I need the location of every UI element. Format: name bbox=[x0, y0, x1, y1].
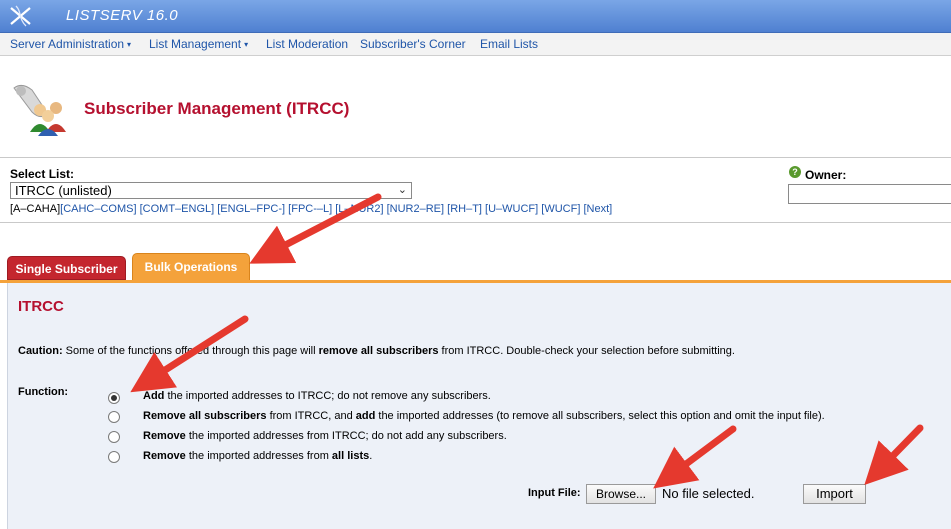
option-bold: add bbox=[355, 410, 376, 422]
subscribers-scroll-icon bbox=[13, 84, 66, 136]
range-link[interactable]: [U–WUCF] bbox=[485, 203, 538, 215]
option-bold: Remove all subscribers bbox=[143, 410, 267, 422]
title-bar: LISTSERV 16.0 bbox=[0, 0, 951, 33]
browse-button[interactable]: Browse... bbox=[586, 484, 656, 504]
range-next-link[interactable]: [Next] bbox=[583, 203, 612, 215]
chevron-down-icon: ▾ bbox=[244, 40, 249, 49]
range-link[interactable]: [ENGL–FPC-] bbox=[217, 203, 285, 215]
range-link[interactable]: [WUCF] bbox=[541, 203, 580, 215]
nav-server-administration[interactable]: Server Administration ▾ bbox=[10, 37, 131, 51]
nav-email-lists[interactable]: Email Lists bbox=[480, 37, 538, 51]
select-list-value: ITRCC (unlisted) bbox=[15, 183, 112, 198]
option-remove-all-lists-label: Remove the imported addresses from all l… bbox=[143, 450, 372, 462]
option-bold: Remove bbox=[143, 450, 186, 462]
nav-list-management[interactable]: List Management ▾ bbox=[149, 37, 248, 51]
tab-single-subscriber[interactable]: Single Subscriber bbox=[7, 256, 126, 280]
option-text: the imported addresses from ITRCC; do no… bbox=[185, 430, 507, 442]
owner-input[interactable] bbox=[788, 184, 951, 204]
import-button[interactable]: Import bbox=[803, 484, 866, 504]
option-text: from ITRCC, and bbox=[266, 410, 356, 422]
range-link[interactable]: [FPC-–L] bbox=[288, 203, 332, 215]
range-link[interactable]: [L–NUR2] bbox=[335, 203, 383, 215]
nav-label: Server Administration bbox=[10, 37, 125, 51]
option-replace-all-label: Remove all subscribers from ITRCC, and a… bbox=[143, 410, 825, 422]
range-link[interactable]: [RH–T] bbox=[447, 203, 482, 215]
owner-label: Owner: bbox=[805, 168, 847, 182]
list-range-links: [A–CAHA][CAHC–COMS] [COMT–ENGL] [ENGL–FP… bbox=[10, 203, 612, 215]
range-link[interactable]: [CAHC–COMS] bbox=[60, 203, 136, 215]
select-list-dropdown[interactable]: ITRCC (unlisted) ⌄ bbox=[10, 182, 412, 199]
option-text: the imported addresses to ITRCC; do not … bbox=[164, 390, 491, 402]
caution-message: Caution: Some of the functions offered t… bbox=[18, 345, 735, 357]
app-title: LISTSERV 16.0 bbox=[66, 7, 179, 24]
caution-label: Caution: bbox=[18, 345, 63, 357]
radio-add-imported[interactable] bbox=[108, 392, 120, 404]
nav-bar: Server Administration ▾ List Management ▾ … bbox=[0, 33, 951, 56]
select-list-label: Select List: bbox=[10, 167, 75, 181]
option-remove-imported-label: Remove the imported addresses from ITRCC… bbox=[143, 430, 507, 442]
option-bold: all lists bbox=[331, 450, 370, 462]
range-link[interactable]: [NUR2–RE] bbox=[387, 203, 444, 215]
nav-subscribers-corner[interactable]: Subscriber's Corner bbox=[360, 37, 466, 51]
caution-text: Some of the functions offered through th… bbox=[62, 345, 319, 357]
list-name-heading: ITRCC bbox=[18, 298, 64, 315]
radio-remove-imported[interactable] bbox=[108, 431, 120, 443]
function-label: Function: bbox=[18, 386, 69, 398]
listserv-logo-icon[interactable] bbox=[8, 4, 34, 28]
help-icon[interactable]: ? bbox=[789, 166, 801, 178]
range-current: [A–CAHA] bbox=[10, 203, 61, 215]
nav-list-moderation[interactable]: List Moderation bbox=[266, 37, 348, 51]
page-title: Subscriber Management (ITRCC) bbox=[84, 99, 350, 118]
radio-remove-all-lists[interactable] bbox=[108, 451, 120, 463]
select-list-panel: Select List: ITRCC (unlisted) ⌄ [A–CAHA]… bbox=[0, 157, 951, 223]
option-text: the imported addresses from bbox=[185, 450, 332, 462]
option-text: . bbox=[369, 450, 373, 462]
tab-bulk-operations[interactable]: Bulk Operations bbox=[132, 253, 250, 281]
file-status-text: No file selected. bbox=[662, 486, 755, 501]
input-file-label: Input File: bbox=[528, 487, 581, 499]
chevron-down-icon: ⌄ bbox=[397, 184, 407, 196]
radio-replace-all[interactable] bbox=[108, 411, 120, 423]
option-bold: Add bbox=[143, 390, 165, 402]
option-bold: Remove bbox=[143, 430, 186, 442]
nav-label: List Management bbox=[149, 37, 242, 51]
chevron-down-icon: ▾ bbox=[127, 40, 132, 49]
caution-text: from ITRCC. Double-check your selection … bbox=[438, 345, 735, 357]
range-link[interactable]: [COMT–ENGL] bbox=[140, 203, 215, 215]
option-text: the imported addresses (to remove all su… bbox=[375, 410, 825, 422]
option-add-imported-label: Add the imported addresses to ITRCC; do … bbox=[143, 390, 491, 402]
caution-emphasis: remove all subscribers bbox=[318, 345, 439, 357]
